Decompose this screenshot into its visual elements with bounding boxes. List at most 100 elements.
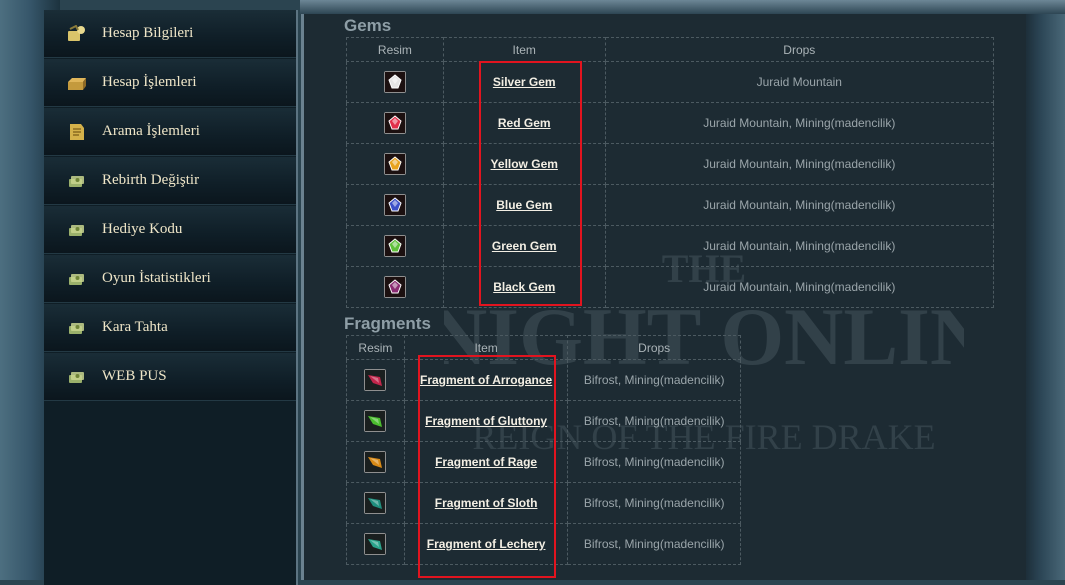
- gem-row: Yellow Gem Juraid Mountain, Mining(madenc…: [346, 143, 995, 185]
- fragment-row: Fragment of Rage Bifrost, Mining(madencil…: [346, 441, 741, 483]
- item-cell: Fragment of Gluttony: [403, 400, 569, 442]
- sidebar-item-6[interactable]: Oyun İstatistikleri: [44, 255, 296, 303]
- sidebar: Hesap Bilgileri Hesap İşlemleri Arama İşle…: [44, 10, 298, 585]
- gem-row: Green Gem Juraid Mountain, Mining(madenci…: [346, 225, 995, 267]
- image-cell: [346, 184, 444, 226]
- image-cell: [346, 400, 405, 442]
- column-header-item: Item: [442, 37, 606, 62]
- sidebar-item-7[interactable]: Kara Tahta: [44, 304, 296, 352]
- sidebar-item-label: Hesap İşlemleri: [102, 74, 197, 90]
- image-cell: [346, 523, 405, 565]
- image-cell: [346, 102, 444, 144]
- fragments-header-row: Resim Item Drops: [346, 335, 741, 360]
- fragments-section-title: Fragments: [344, 314, 431, 333]
- fragment-item-icon: [364, 451, 387, 473]
- item-cell: Fragment of Sloth: [403, 482, 569, 524]
- sidebar-item-label: Hesap Bilgileri: [102, 25, 194, 41]
- sidebar-item-5[interactable]: Hediye Kodu: [44, 206, 296, 254]
- sidebar-item-label: Oyun İstatistikleri: [102, 270, 211, 286]
- image-cell: [346, 266, 444, 308]
- account-info-icon: [66, 24, 88, 43]
- gem-item-link[interactable]: Green Gem: [492, 239, 557, 253]
- item-cell: Green Gem: [442, 225, 606, 267]
- fragment-item-link[interactable]: Fragment of Sloth: [435, 496, 538, 510]
- image-cell: [346, 441, 405, 483]
- item-cell: Silver Gem: [442, 61, 606, 103]
- chest-icon: [66, 74, 88, 92]
- gem-item-link[interactable]: Silver Gem: [493, 75, 556, 89]
- gem-item-icon: [383, 276, 406, 298]
- sidebar-item-label: Kara Tahta: [102, 319, 168, 335]
- item-cell: Yellow Gem: [442, 143, 606, 185]
- gem-item-link[interactable]: Yellow Gem: [491, 157, 558, 171]
- fragment-item-link[interactable]: Fragment of Gluttony: [425, 414, 547, 428]
- fragment-item-icon: [364, 533, 387, 555]
- background-art-top: [300, 0, 1065, 14]
- main-panel: THE KNIGHT ONLINE REIGN OF THE FIRE DRAK…: [301, 14, 1026, 580]
- column-header-image: Resim: [346, 37, 444, 62]
- gems-table: Resim Item Drops Silver Gem Juraid Mounta…: [346, 37, 995, 308]
- gems-section-title: Gems: [344, 16, 392, 35]
- fragment-row: Fragment of Lechery Bifrost, Mining(maden…: [346, 523, 741, 565]
- money-icon: [66, 368, 88, 386]
- fragment-row: Fragment of Gluttony Bifrost, Mining(made…: [346, 400, 741, 442]
- item-cell: Fragment of Rage: [403, 441, 569, 483]
- gem-item-link[interactable]: Red Gem: [498, 116, 551, 130]
- fragment-item-icon: [364, 492, 387, 514]
- gem-row: Black Gem Juraid Mountain, Mining(madenci…: [346, 266, 995, 308]
- fragment-item-link[interactable]: Fragment of Rage: [435, 455, 537, 469]
- image-cell: [346, 359, 405, 401]
- drops-cell: Juraid Mountain, Mining(madencilik): [604, 225, 995, 267]
- gem-row: Silver Gem Juraid Mountain: [346, 61, 995, 103]
- money-icon: [66, 270, 88, 288]
- image-cell: [346, 225, 444, 267]
- gem-item-icon: [383, 71, 406, 93]
- background-art-right: [1025, 0, 1065, 580]
- drops-cell: Bifrost, Mining(madencilik): [567, 482, 741, 524]
- drops-cell: Juraid Mountain, Mining(madencilik): [604, 102, 995, 144]
- column-header-drops: Drops: [604, 37, 995, 62]
- drops-cell: Bifrost, Mining(madencilik): [567, 523, 741, 565]
- item-cell: Blue Gem: [442, 184, 606, 226]
- gem-item-link[interactable]: Black Gem: [493, 280, 555, 294]
- fragment-item-icon: [364, 369, 387, 391]
- fragment-row: Fragment of Arrogance Bifrost, Mining(mad…: [346, 359, 741, 401]
- drops-cell: Bifrost, Mining(madencilik): [567, 359, 741, 401]
- item-cell: Fragment of Arrogance: [403, 359, 569, 401]
- sidebar-item-4[interactable]: Rebirth Değiştir: [44, 157, 296, 205]
- drops-cell: Juraid Mountain, Mining(madencilik): [604, 143, 995, 185]
- image-cell: [346, 143, 444, 185]
- sidebar-item-3[interactable]: Arama İşlemleri: [44, 108, 296, 156]
- column-header-image: Resim: [346, 335, 405, 360]
- image-cell: [346, 482, 405, 524]
- money-icon: [66, 221, 88, 239]
- fragment-row: Fragment of Sloth Bifrost, Mining(madenci…: [346, 482, 741, 524]
- sidebar-item-1[interactable]: Hesap Bilgileri: [44, 10, 296, 58]
- sidebar-item-label: WEB PUS: [102, 368, 167, 384]
- document-icon: [66, 123, 88, 141]
- item-cell: Fragment of Lechery: [403, 523, 569, 565]
- sidebar-item-8[interactable]: WEB PUS: [44, 353, 296, 401]
- drops-cell: Bifrost, Mining(madencilik): [567, 441, 741, 483]
- column-header-drops: Drops: [567, 335, 741, 360]
- gem-item-icon: [383, 194, 406, 216]
- gem-row: Red Gem Juraid Mountain, Mining(madencili…: [346, 102, 995, 144]
- item-cell: Red Gem: [442, 102, 606, 144]
- gem-item-icon: [383, 235, 406, 257]
- fragment-item-link[interactable]: Fragment of Lechery: [427, 537, 546, 551]
- gem-item-icon: [383, 112, 406, 134]
- drops-cell: Bifrost, Mining(madencilik): [567, 400, 741, 442]
- money-icon: [66, 319, 88, 337]
- sidebar-item-label: Hediye Kodu: [102, 221, 183, 237]
- sidebar-item-label: Arama İşlemleri: [102, 123, 200, 139]
- sidebar-item-2[interactable]: Hesap İşlemleri: [44, 59, 296, 107]
- fragment-item-icon: [364, 410, 387, 432]
- gem-item-icon: [383, 153, 406, 175]
- gems-header-row: Resim Item Drops: [346, 37, 995, 62]
- gem-item-link[interactable]: Blue Gem: [496, 198, 552, 212]
- sidebar-item-label: Rebirth Değiştir: [102, 172, 200, 188]
- drops-cell: Juraid Mountain, Mining(madencilik): [604, 266, 995, 308]
- gem-row: Blue Gem Juraid Mountain, Mining(madencil…: [346, 184, 995, 226]
- fragment-item-link[interactable]: Fragment of Arrogance: [420, 373, 552, 387]
- drops-cell: Juraid Mountain, Mining(madencilik): [604, 184, 995, 226]
